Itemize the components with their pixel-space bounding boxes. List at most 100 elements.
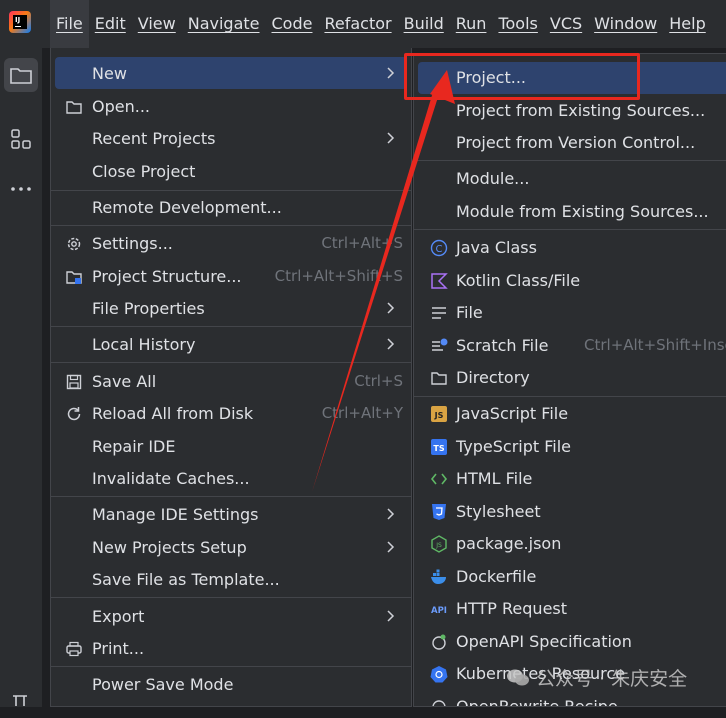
build-tool-button[interactable] [4, 680, 38, 714]
submenu-item-java-class[interactable]: C Java Class [418, 232, 726, 264]
menu-item-open[interactable]: Open... [55, 90, 407, 122]
menu-item-save-file-as-template[interactable]: Save File as Template... [55, 563, 407, 595]
submenu-item-module-existing-sources[interactable]: Module from Existing Sources... [418, 196, 726, 228]
gear-icon [67, 237, 81, 251]
submenu-item-http-request[interactable]: API HTTP Request [418, 593, 726, 625]
api-icon: API [431, 606, 447, 616]
shortcut-label: Ctrl+Alt+Y [321, 404, 403, 422]
menu-item-settings[interactable]: Settings... Ctrl+Alt+S [55, 227, 407, 259]
html-icon [430, 473, 448, 485]
submenu-item-html-file[interactable]: HTML File [418, 463, 726, 495]
menu-help[interactable]: Help [663, 0, 711, 48]
svg-text:C: C [436, 244, 443, 255]
menu-item-label: New Projects Setup [92, 537, 247, 557]
submenu-item-scratch-file[interactable]: Scratch File Ctrl+Alt+Shift+Insert [418, 330, 726, 362]
menu-item-label: Module from Existing Sources... [456, 202, 709, 221]
watermark-text: 公众号 · 朱庆安全 [536, 668, 688, 690]
submenu-item-project-vcs[interactable]: Project from Version Control... [418, 127, 726, 159]
menu-item-label: Directory [456, 368, 530, 387]
chevron-right-icon [387, 132, 395, 144]
menu-item-recent-projects[interactable]: Recent Projects [55, 122, 407, 154]
menu-item-print[interactable]: Print... [55, 632, 407, 664]
menu-vcs[interactable]: VCS [544, 0, 588, 48]
menu-edit[interactable]: Edit [89, 0, 132, 48]
menu-item-label: Scratch File [456, 336, 549, 355]
menu-item-invalidate-caches[interactable]: Invalidate Caches... [55, 462, 407, 494]
submenu-item-typescript-file[interactable]: TS TypeScript File [418, 431, 726, 463]
submenu-item-kotlin-class[interactable]: Kotlin Class/File [418, 265, 726, 297]
menu-item-power-save-mode[interactable]: Power Save Mode [55, 668, 407, 700]
menu-item-reload-all[interactable]: Reload All from Disk Ctrl+Alt+Y [55, 397, 407, 429]
menu-item-new-projects-setup[interactable]: New Projects Setup [55, 531, 407, 563]
printer-icon [66, 641, 82, 657]
chevron-right-icon [387, 338, 395, 350]
menu-item-close-project[interactable]: Close Project [55, 155, 407, 187]
menu-item-label: Open... [92, 96, 150, 116]
menu-separator [51, 326, 411, 327]
ellipsis-icon [11, 187, 31, 191]
wechat-icon [507, 669, 529, 685]
menu-item-label: HTML File [456, 469, 533, 488]
menu-file[interactable]: File [50, 0, 89, 48]
menu-item-label: Recent Projects [92, 128, 216, 148]
svg-text:TS: TS [433, 444, 444, 453]
text-file-icon [432, 307, 446, 319]
menu-item-file-properties[interactable]: File Properties [55, 292, 407, 324]
menu-run[interactable]: Run [450, 0, 493, 48]
structure-icon [11, 129, 31, 149]
menu-view[interactable]: View [132, 0, 182, 48]
menu-item-save-all[interactable]: Save All Ctrl+S [55, 365, 407, 397]
menu-tools[interactable]: Tools [492, 0, 543, 48]
shortcut-label: Ctrl+Alt+S [321, 234, 403, 252]
submenu-item-openrewrite-recipe[interactable]: OpenRewrite Recipe [418, 691, 726, 707]
menu-code[interactable]: Code [266, 0, 319, 48]
menu-item-label: Kotlin Class/File [456, 271, 581, 290]
submenu-item-stylesheet[interactable]: Stylesheet [418, 496, 726, 528]
menu-item-manage-ide-settings[interactable]: Manage IDE Settings [55, 498, 407, 530]
menu-separator [51, 362, 411, 363]
menu-build[interactable]: Build [398, 0, 450, 48]
menu-item-label: Java Class [456, 238, 537, 257]
java-class-icon: C [430, 239, 448, 257]
menu-separator [414, 229, 726, 230]
chevron-right-icon [387, 67, 395, 79]
menubar: IJ File Edit View Navigate Code Refactor… [0, 0, 726, 48]
menu-item-label: OpenRewrite Recipe [456, 697, 618, 707]
submenu-item-package-json[interactable]: JS package.json [418, 528, 726, 560]
menu-window[interactable]: Window [588, 0, 663, 48]
menu-item-label: Remote Development... [92, 197, 282, 217]
project-tool-button[interactable] [4, 58, 38, 92]
menu-refactor[interactable]: Refactor [318, 0, 397, 48]
menu-item-label: File Properties [92, 298, 205, 318]
submenu-item-javascript-file[interactable]: JS JavaScript File [418, 398, 726, 430]
submenu-item-module[interactable]: Module... [418, 163, 726, 195]
css-icon [432, 504, 446, 520]
menu-item-label: Save File as Template... [92, 569, 280, 589]
structure-tool-button[interactable] [4, 122, 38, 156]
menu-separator [414, 160, 726, 161]
menu-item-repair-ide[interactable]: Repair IDE [55, 430, 407, 462]
shortcut-label: Ctrl+Alt+Shift+Insert [584, 336, 726, 354]
intellij-logo-icon[interactable]: IJ [9, 11, 31, 33]
reload-icon [67, 407, 81, 421]
submenu-item-file[interactable]: File [418, 297, 726, 329]
submenu-item-dockerfile[interactable]: Dockerfile [418, 561, 726, 593]
submenu-item-directory[interactable]: Directory [418, 362, 726, 394]
svg-text:API: API [431, 606, 447, 616]
menu-navigate[interactable]: Navigate [182, 0, 266, 48]
menu-items: File Edit View Navigate Code Refactor Bu… [50, 0, 712, 48]
menu-item-project-structure[interactable]: Project Structure... Ctrl+Alt+Shift+S [55, 260, 407, 292]
hammer-icon [13, 695, 27, 706]
more-tools-button[interactable] [4, 172, 38, 206]
menu-separator [51, 225, 411, 226]
menu-item-remote-development[interactable]: Remote Development... [55, 191, 407, 223]
submenu-item-openapi-spec[interactable]: OpenAPI Specification [418, 626, 726, 658]
openapi-icon [432, 634, 446, 650]
menu-item-export[interactable]: Export [55, 600, 407, 632]
typescript-icon: TS [431, 439, 447, 455]
chevron-right-icon [387, 302, 395, 314]
kubernetes-icon [430, 666, 448, 683]
menu-item-label: Power Save Mode [92, 674, 234, 694]
menu-item-local-history[interactable]: Local History [55, 328, 407, 360]
menu-item-new[interactable]: New [55, 57, 407, 89]
